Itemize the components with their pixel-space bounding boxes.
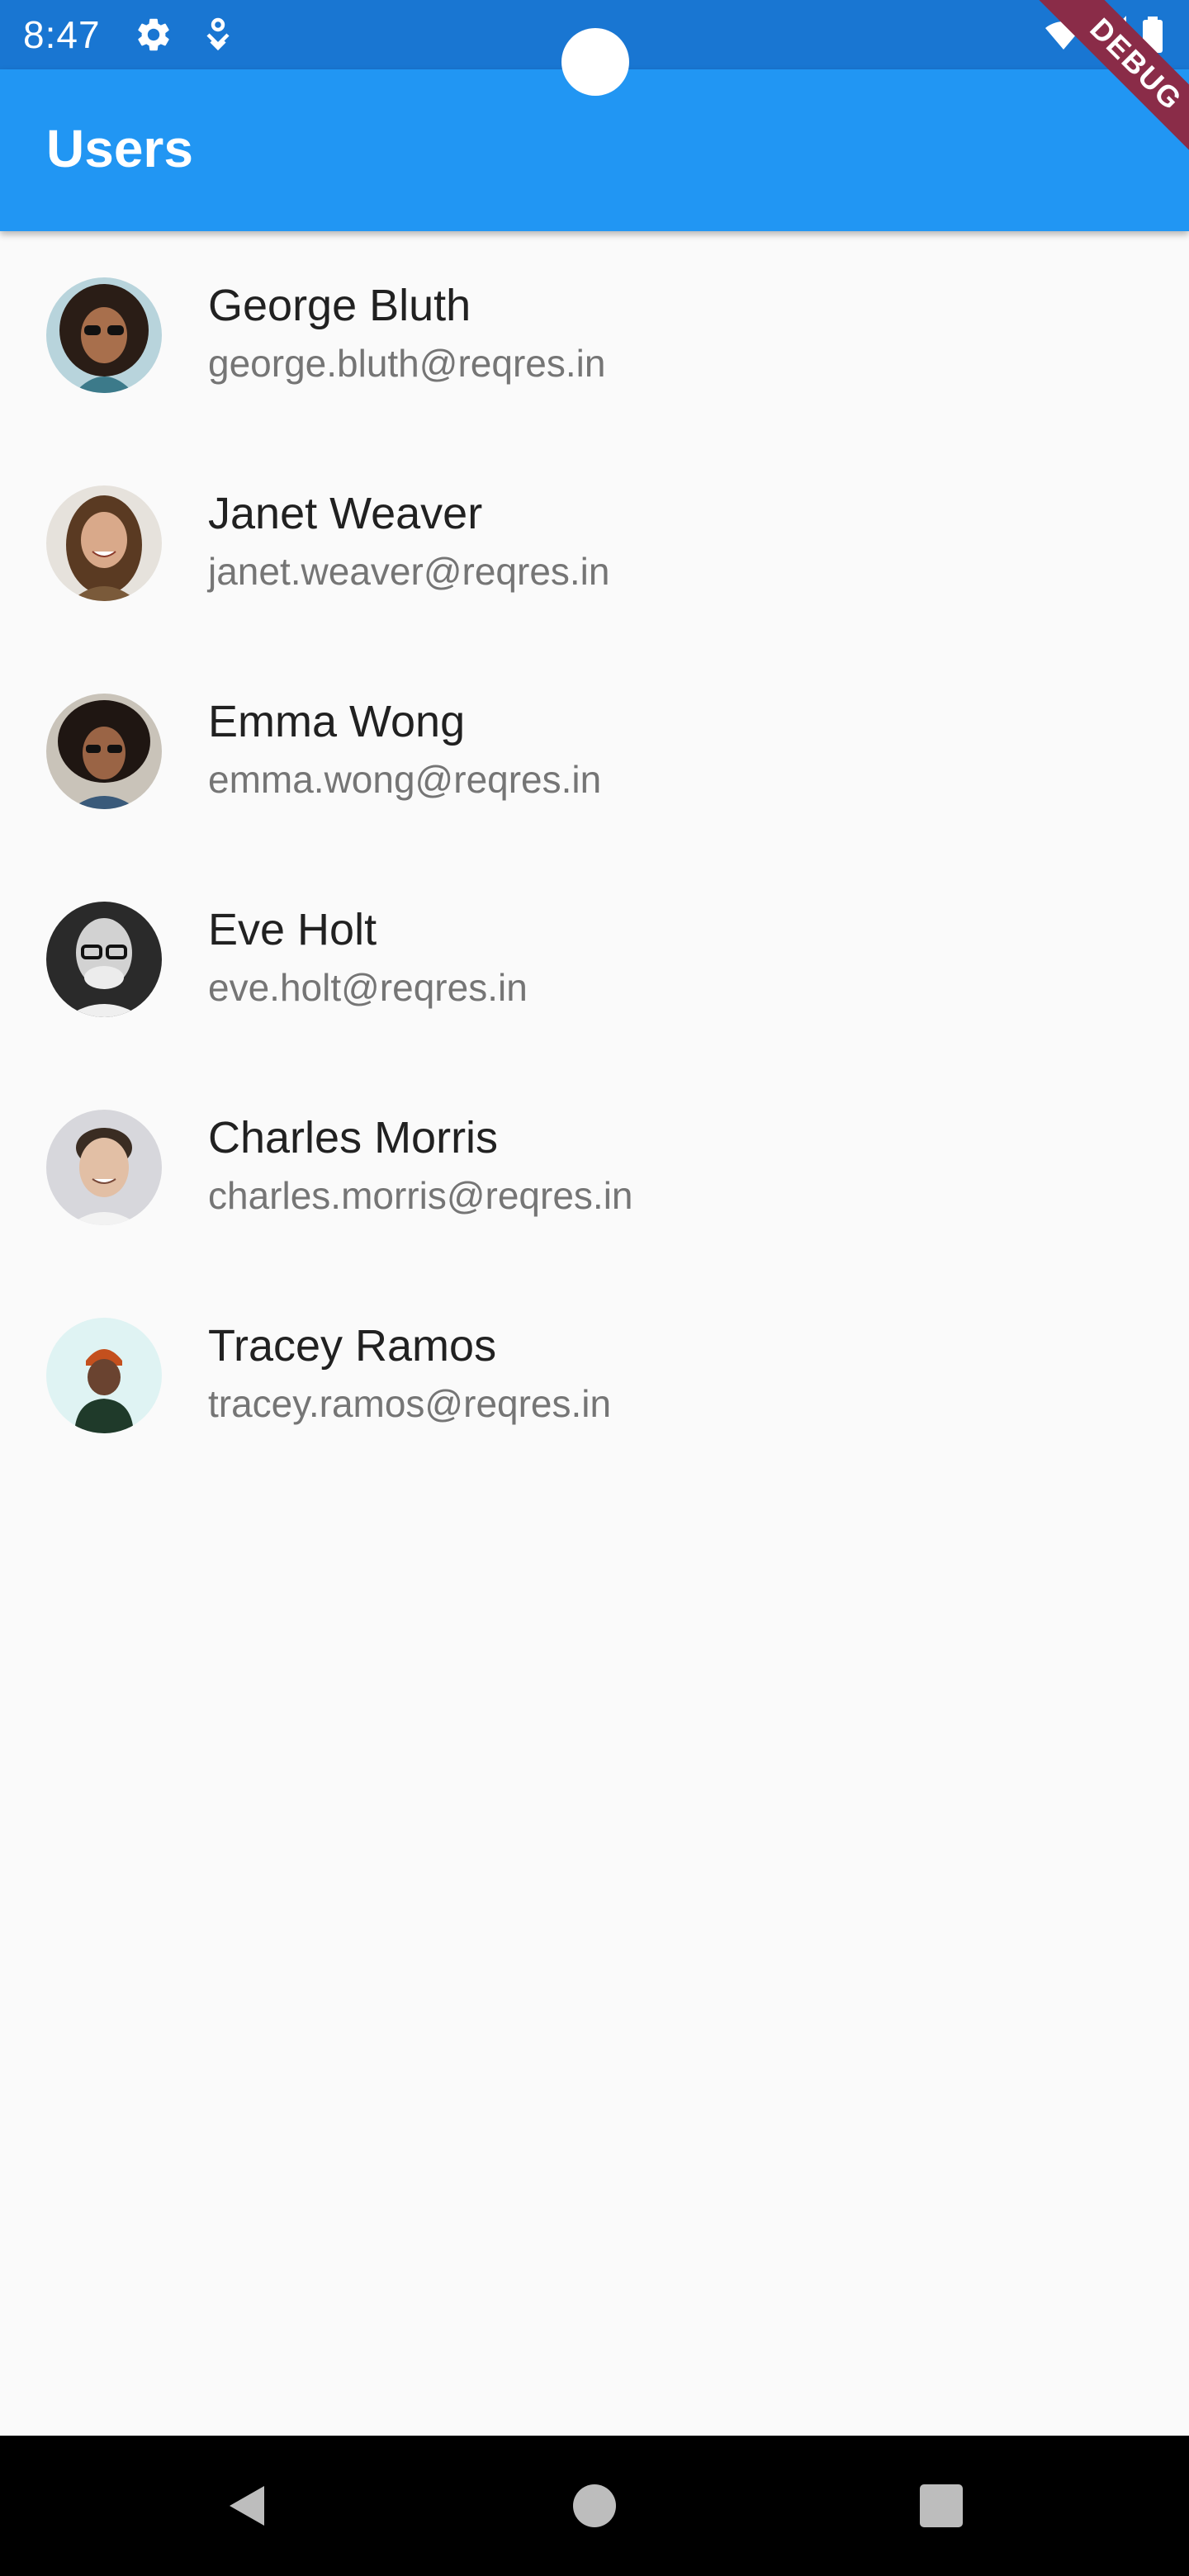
list-item[interactable]: George Bluth george.bluth@reqres.in (0, 231, 1189, 439)
status-time: 8:47 (23, 13, 101, 56)
vpn-key-icon (198, 15, 238, 54)
user-email: george.bluth@reqres.in (208, 342, 606, 385)
list-item[interactable]: Eve Holt eve.holt@reqres.in (0, 855, 1189, 1063)
back-icon (230, 2486, 264, 2526)
user-name: Tracey Ramos (208, 1321, 497, 1371)
avatar (46, 902, 162, 1017)
user-list: George Bluth george.bluth@reqres.in Jane… (0, 231, 1189, 1480)
avatar (46, 277, 162, 393)
recents-icon (920, 2484, 963, 2527)
avatar (46, 694, 162, 809)
user-email: eve.holt@reqres.in (208, 966, 528, 1009)
camera-cutout (561, 28, 629, 96)
screen: 8:47 DEBUG Users George Bluth george.blu… (0, 0, 1189, 2576)
gear-icon (134, 15, 173, 54)
list-item[interactable]: Emma Wong emma.wong@reqres.in (0, 647, 1189, 855)
avatar (46, 1318, 162, 1433)
user-name: Janet Weaver (208, 489, 483, 538)
navigation-bar (0, 2436, 1189, 2576)
home-icon (573, 2484, 616, 2527)
user-name: Charles Morris (208, 1113, 499, 1163)
avatar (46, 1110, 162, 1225)
page-title: Users (46, 119, 193, 178)
recents-button[interactable] (875, 2436, 1007, 2576)
user-email: emma.wong@reqres.in (208, 758, 602, 801)
list-item[interactable]: Janet Weaver janet.weaver@reqres.in (0, 439, 1189, 647)
list-item[interactable]: Charles Morris charles.morris@reqres.in (0, 1063, 1189, 1271)
user-email: janet.weaver@reqres.in (208, 550, 610, 593)
avatar (46, 485, 162, 601)
home-button[interactable] (528, 2436, 661, 2576)
back-button[interactable] (182, 2436, 314, 2576)
user-name: Emma Wong (208, 697, 466, 746)
user-name: George Bluth (208, 281, 471, 330)
user-name: Eve Holt (208, 905, 377, 954)
list-item[interactable]: Tracey Ramos tracey.ramos@reqres.in (0, 1271, 1189, 1480)
user-email: tracey.ramos@reqres.in (208, 1382, 612, 1425)
user-email: charles.morris@reqres.in (208, 1174, 633, 1217)
